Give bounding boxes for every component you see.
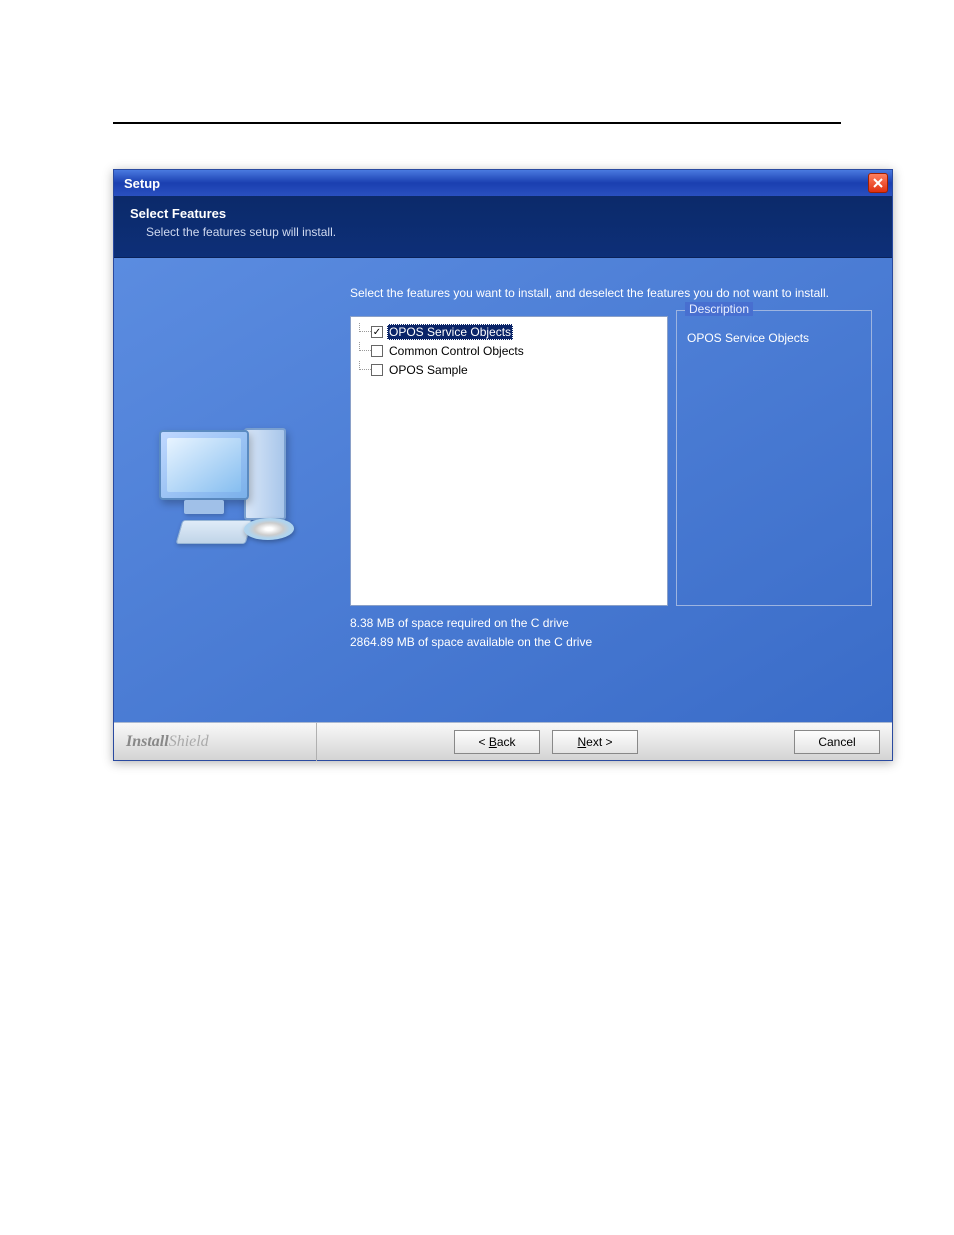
- feature-label: Common Control Objects: [387, 343, 526, 359]
- feature-item-opos-sample[interactable]: OPOS Sample: [359, 361, 659, 379]
- monitor-stand-graphic: [184, 500, 224, 514]
- feature-label: OPOS Sample: [387, 362, 470, 378]
- setup-dialog: Setup Select Features Select the feature…: [113, 169, 893, 761]
- cancel-button[interactable]: Cancel: [794, 730, 880, 754]
- feature-item-opos-service-objects[interactable]: ✓ OPOS Service Objects: [359, 323, 659, 341]
- description-panel: Description OPOS Service Objects: [676, 310, 872, 606]
- next-button[interactable]: Next >: [552, 730, 638, 754]
- description-legend: Description: [685, 302, 753, 316]
- footer-separator: [316, 723, 317, 761]
- header-subtitle: Select the features setup will install.: [146, 225, 876, 239]
- features-tree[interactable]: ✓ OPOS Service Objects Common Control Ob…: [350, 316, 668, 606]
- titlebar: Setup: [114, 170, 892, 196]
- feature-label: OPOS Service Objects: [387, 324, 513, 340]
- instruction-text: Select the features you want to install,…: [350, 286, 829, 300]
- footer-bar: InstallShield < Back Next > Cancel: [114, 722, 892, 760]
- monitor-graphic: [159, 430, 249, 500]
- left-graphic-column: [114, 258, 344, 722]
- space-required: 8.38 MB of space required on the C drive: [350, 614, 592, 633]
- body-area: Select the features you want to install,…: [114, 258, 892, 722]
- back-button[interactable]: < Back: [454, 730, 540, 754]
- disk-space-info: 8.38 MB of space required on the C drive…: [350, 614, 592, 652]
- close-button[interactable]: [868, 173, 888, 193]
- cd-graphic: [243, 518, 295, 540]
- space-available: 2864.89 MB of space available on the C d…: [350, 633, 592, 652]
- checkbox-checked-icon[interactable]: ✓: [371, 326, 383, 338]
- titlebar-title: Setup: [124, 176, 160, 191]
- brand-bold: Install: [126, 733, 169, 750]
- header-band: Select Features Select the features setu…: [114, 196, 892, 258]
- feature-item-common-control-objects[interactable]: Common Control Objects: [359, 342, 659, 360]
- checkbox-unchecked-icon[interactable]: [371, 364, 383, 376]
- description-text: OPOS Service Objects: [677, 311, 871, 365]
- checkbox-unchecked-icon[interactable]: [371, 345, 383, 357]
- horizontal-rule: [113, 122, 841, 124]
- header-title: Select Features: [130, 206, 876, 221]
- brand-light: Shield: [169, 733, 209, 750]
- computer-illustration: [149, 410, 309, 570]
- close-icon: [873, 178, 883, 188]
- keyboard-graphic: [176, 520, 253, 544]
- installshield-brand: InstallShield: [126, 733, 209, 751]
- tower-graphic: [244, 428, 286, 520]
